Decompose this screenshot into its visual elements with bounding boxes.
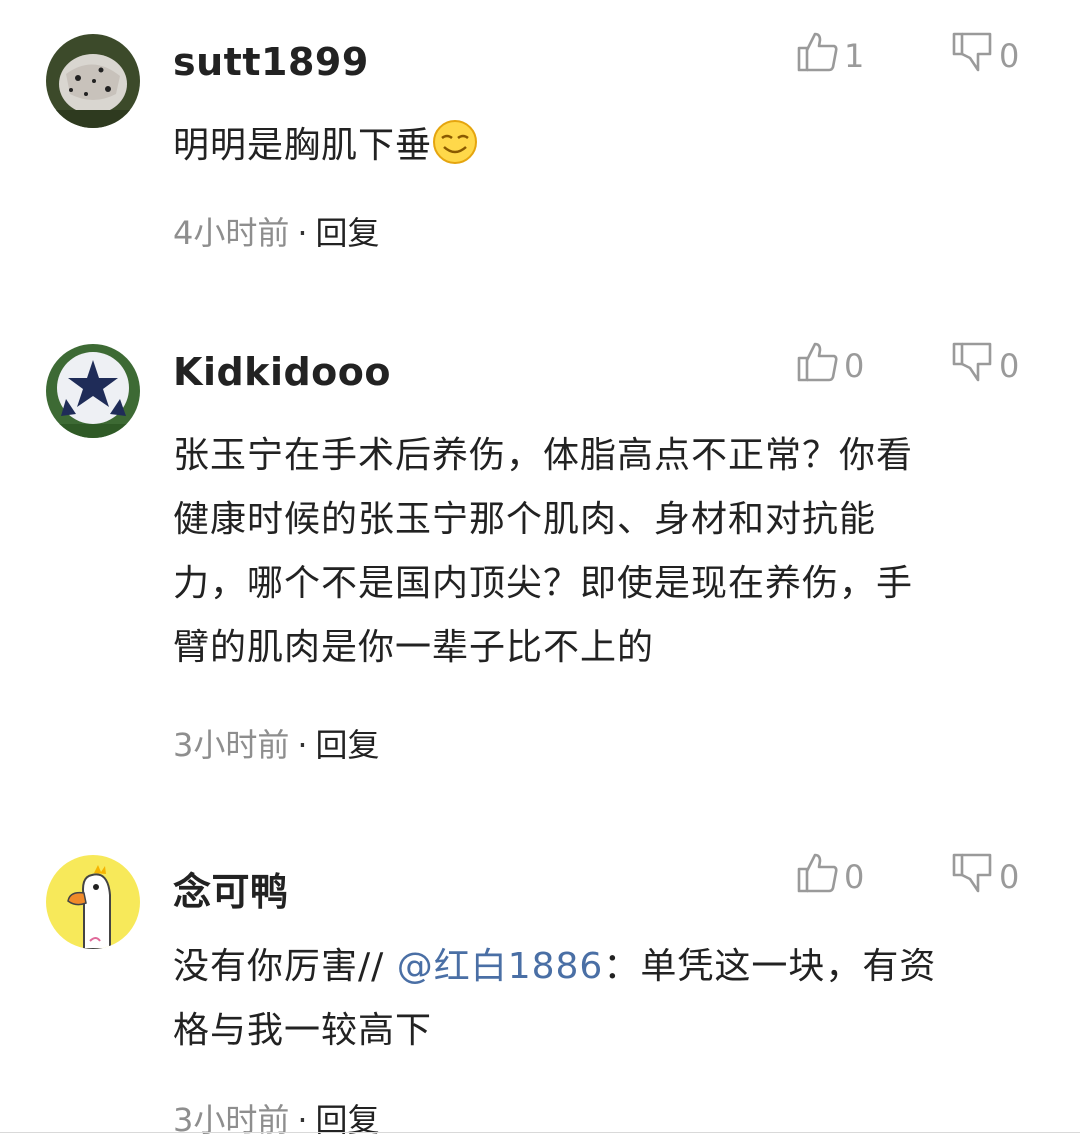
comment-text: 张玉宁在手术后养伤，体脂高点不正常？你看 健康时候的张玉宁那个肌肉、身材和对抗能… [173,424,1023,680]
comment-line: 没有你厉害// @红白1886：单凭这一块，有资 [173,946,937,987]
thumbs-up-icon [796,340,844,392]
dislike-icon [951,30,999,82]
smirk-face-emoji [432,119,478,186]
like-button[interactable]: 1 [796,32,865,78]
avatar[interactable] [46,855,140,949]
dislike-count: 0 [999,37,1020,75]
username[interactable]: sutt1899 [173,40,369,84]
comment-meta: 3小时前 · 回复 [173,726,380,764]
dislike-button[interactable]: 0 [951,853,1020,899]
mention-link[interactable]: @红白1886 [397,946,604,987]
thumbs-up-icon [796,30,844,82]
timestamp: 3小时前 [173,1101,290,1139]
like-count: 1 [844,37,865,75]
like-count: 0 [844,858,865,896]
avatar[interactable] [46,34,140,128]
reply-button[interactable]: 回复 [316,1101,380,1139]
timestamp: 4小时前 [173,214,290,252]
comment-line: 张玉宁在手术后养伤，体脂高点不正常？你看 [173,435,914,476]
reply-button[interactable]: 回复 [316,726,380,764]
comment-line: 力，哪个不是国内顶尖？即使是现在养伤，手 [173,563,914,604]
comment-line: 健康时候的张玉宁那个肌肉、身材和对抗能 [173,499,877,540]
dislike-icon [951,340,999,392]
dislike-count: 0 [999,347,1020,385]
comment-meta: 3小时前 · 回复 [173,1101,380,1139]
dislike-button[interactable]: 0 [951,32,1020,78]
like-button[interactable]: 0 [796,342,865,388]
thumbs-up-icon [796,851,844,903]
divider [0,1132,1080,1133]
comment-line: 臂的肌肉是你一辈子比不上的 [173,627,655,668]
comment-text: 明明是胸肌下垂 [173,114,1023,186]
dislike-icon [951,851,999,903]
comment-text: 没有你厉害// @红白1886：单凭这一块，有资 格与我一较高下 [173,935,1023,1063]
dislike-count: 0 [999,858,1020,896]
like-count: 0 [844,347,865,385]
like-button[interactable]: 0 [796,853,865,899]
avatar[interactable] [46,344,140,438]
username[interactable]: Kidkidooo [173,350,391,394]
dislike-button[interactable]: 0 [951,342,1020,388]
comment-meta: 4小时前 · 回复 [173,214,380,252]
timestamp: 3小时前 [173,726,290,764]
username[interactable]: 念可鸭 [173,861,289,916]
reply-button[interactable]: 回复 [316,214,380,252]
comment-line: 格与我一较高下 [173,1010,433,1051]
